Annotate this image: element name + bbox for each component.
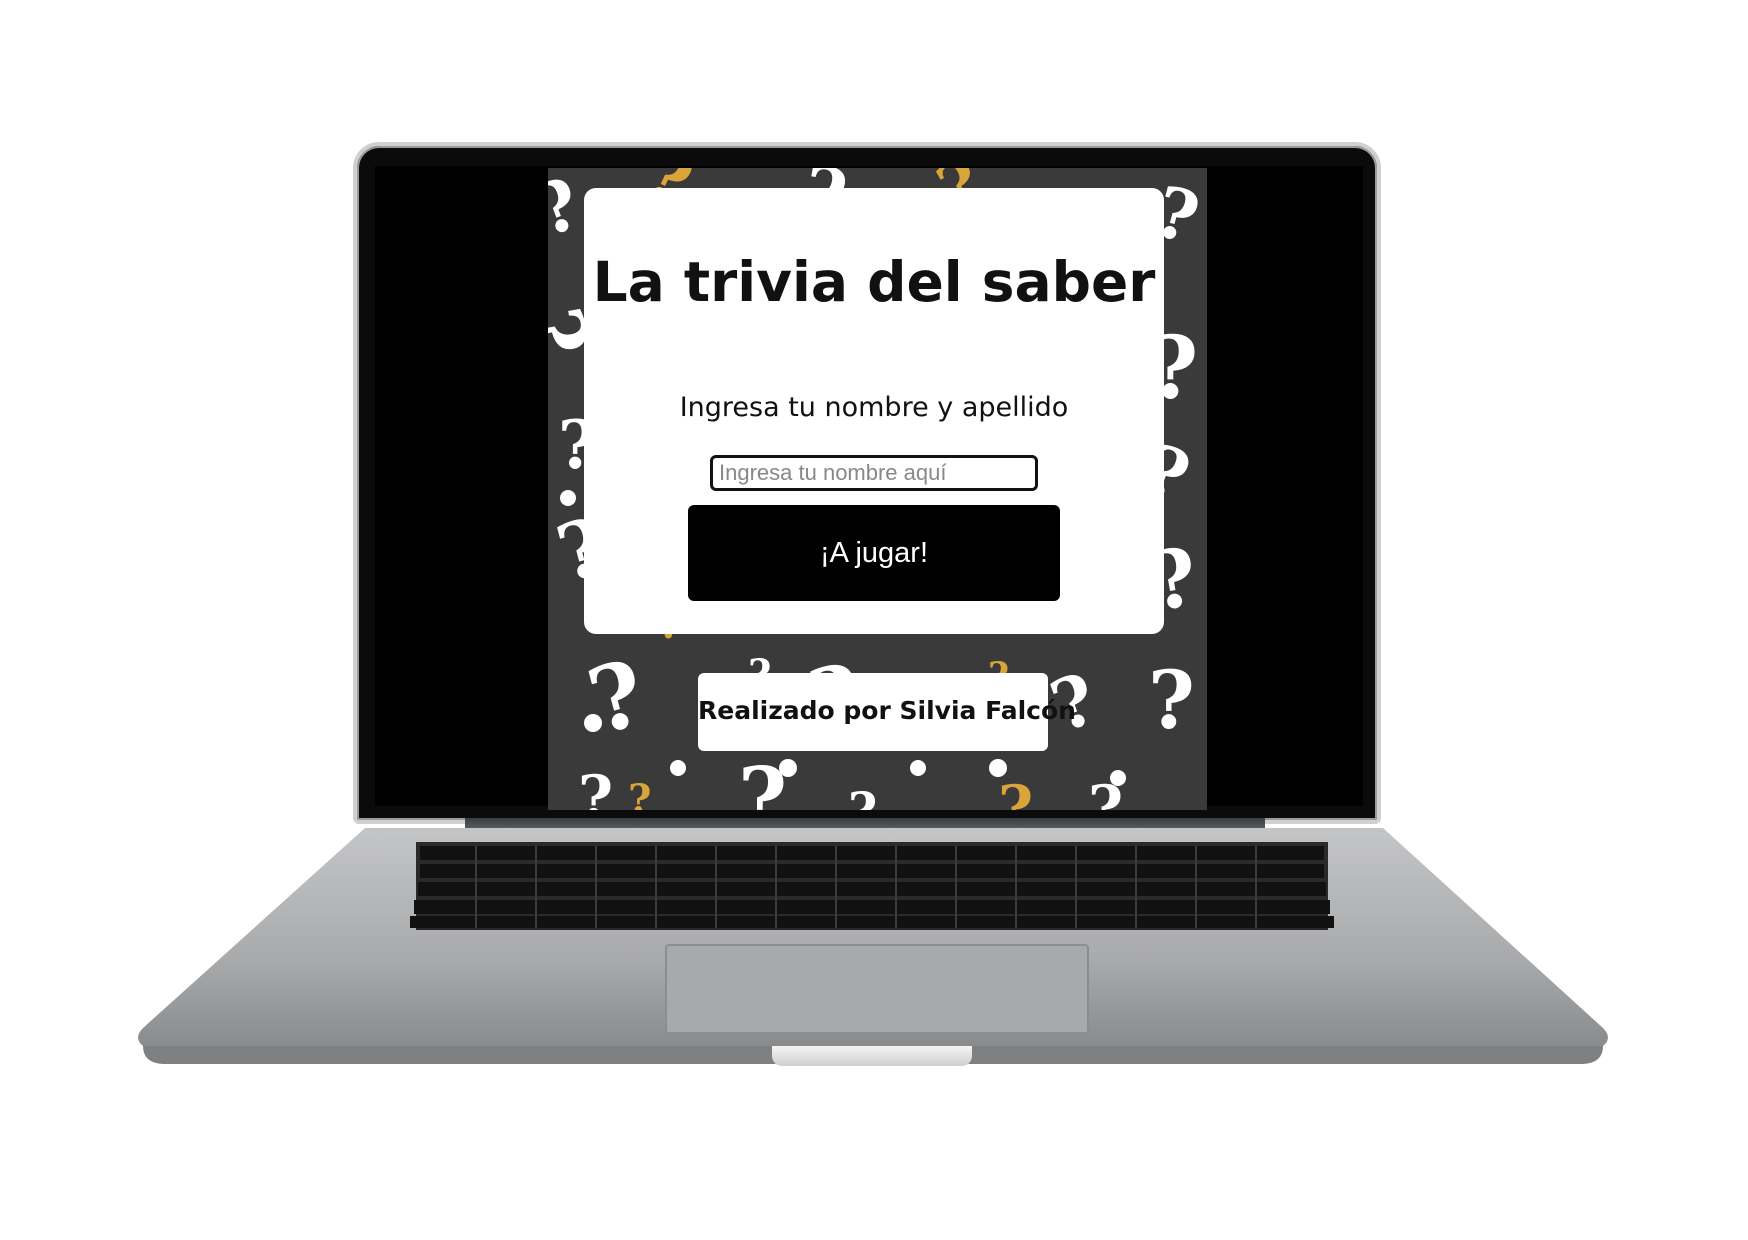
app-viewport: ? ? ? ? ? ? ? ? ? ? ? ? ? ? ? ? ? ? ? ? … bbox=[548, 168, 1207, 810]
credit-text: Realizado por Silvia Falcón bbox=[698, 696, 1076, 725]
play-button[interactable]: ¡A jugar! bbox=[688, 505, 1060, 601]
name-input[interactable] bbox=[710, 455, 1038, 491]
svg-text:?: ? bbox=[1148, 653, 1195, 747]
svg-text:?: ? bbox=[848, 781, 877, 810]
page-title: La trivia del saber bbox=[592, 250, 1156, 314]
credit-box: Realizado por Silvia Falcón bbox=[698, 673, 1076, 751]
laptop-lid-notch bbox=[772, 1046, 972, 1066]
svg-text:?: ? bbox=[628, 776, 651, 810]
svg-text:?: ? bbox=[998, 773, 1033, 810]
laptop-keyboard bbox=[410, 842, 1334, 930]
name-prompt-label: Ingresa tu nombre y apellido bbox=[679, 392, 1069, 423]
laptop-trackpad bbox=[665, 944, 1089, 1034]
svg-text:?: ? bbox=[578, 763, 613, 810]
svg-text:?: ? bbox=[738, 749, 787, 810]
start-card: La trivia del saber Ingresa tu nombre y … bbox=[584, 188, 1164, 634]
